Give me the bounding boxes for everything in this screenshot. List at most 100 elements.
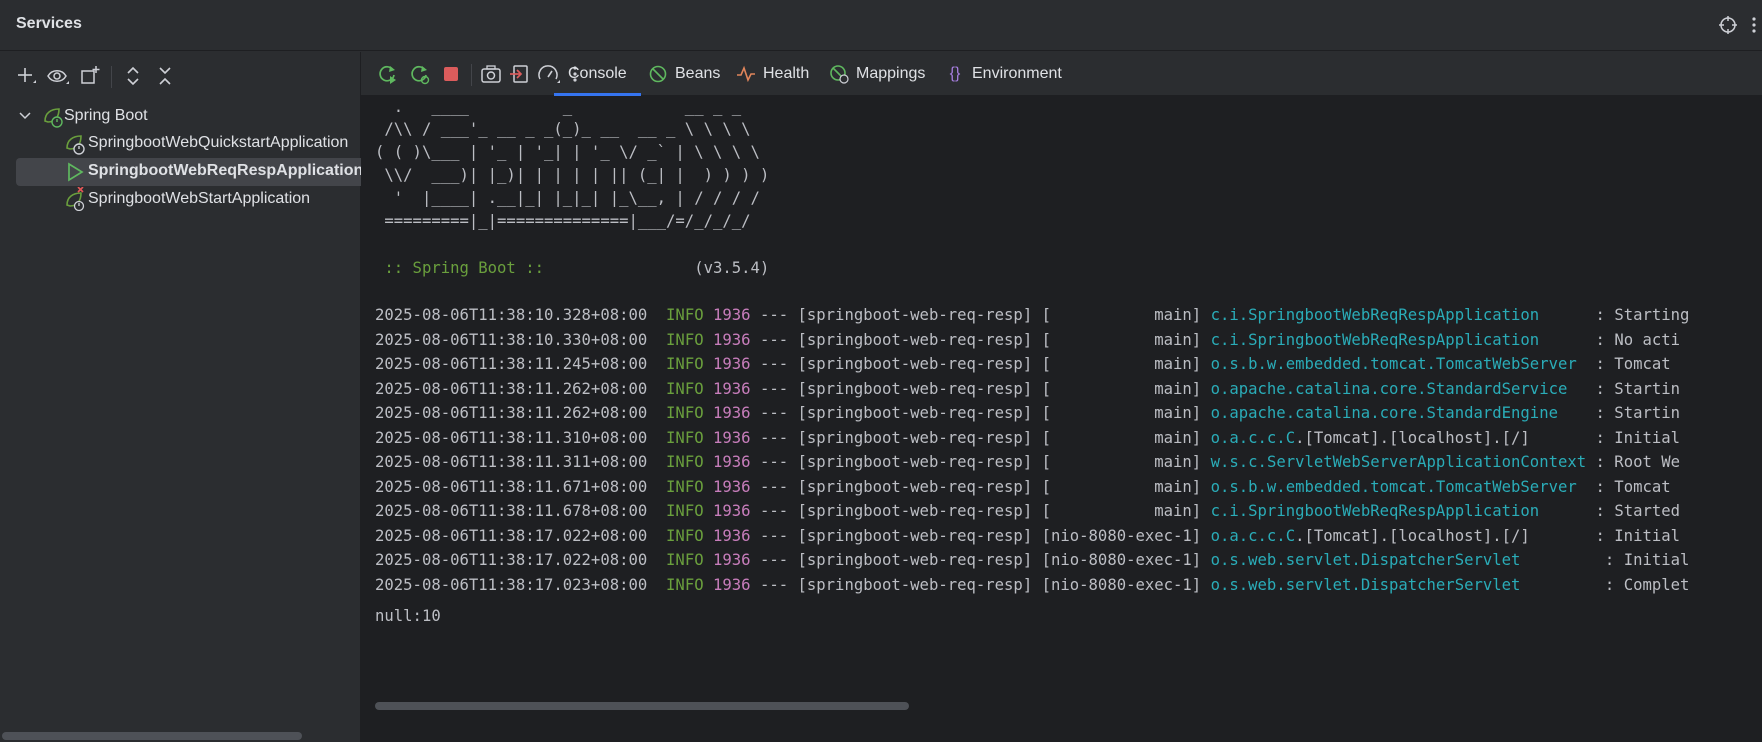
- log-padding: [1539, 331, 1595, 349]
- log-level: INFO: [666, 551, 704, 569]
- expand-all-icon[interactable]: [121, 64, 145, 88]
- log-line: 2025-08-06T11:38:11.678+08:00 INFO 1936 …: [375, 500, 1680, 522]
- log-level: INFO: [666, 526, 704, 545]
- banner-line: \\/ ___)| |_)| | | | | || (_| | ) ) ) ): [375, 166, 770, 184]
- log-logger-package: o.s.web.servlet.: [1210, 575, 1361, 594]
- run-triangle-icon: [66, 162, 84, 187]
- log-logger-class[interactable]: TomcatWebServer: [1436, 478, 1577, 496]
- toolbar-divider: [471, 64, 472, 86]
- program-output: null:10: [375, 607, 441, 625]
- tab-label: Beans: [675, 65, 721, 82]
- new-group-icon[interactable]: [78, 64, 102, 88]
- log-timestamp: 2025-08-06T11:38:11.310+08:00: [375, 428, 648, 447]
- camera-icon[interactable]: [479, 62, 503, 86]
- log-message: .[Tomcat].[localhost].[/] : Initial: [1295, 428, 1681, 447]
- rerun-icon[interactable]: [375, 62, 399, 86]
- tab-console[interactable]: Console: [554, 52, 641, 96]
- log-message: : Startin: [1595, 379, 1681, 398]
- toolbar-divider: [111, 66, 112, 88]
- log-line: 2025-08-06T11:38:17.022+08:00 INFO 1936 …: [375, 549, 1689, 571]
- log-level: INFO: [666, 477, 704, 496]
- log-line: 2025-08-06T11:38:11.245+08:00 INFO 1936 …: [375, 353, 1671, 375]
- log-timestamp: 2025-08-06T11:38:17.023+08:00: [375, 575, 648, 594]
- log-message: : Complet: [1604, 575, 1690, 594]
- log-message: : Tomcat: [1595, 477, 1671, 496]
- log-level: INFO: [666, 575, 704, 594]
- sidebar-horizontal-scrollbar[interactable]: [2, 732, 302, 740]
- tab-health[interactable]: Health: [736, 52, 809, 96]
- collapse-all-icon[interactable]: [153, 64, 177, 88]
- add-icon[interactable]: [14, 64, 38, 88]
- export-icon[interactable]: [508, 62, 532, 86]
- log-logger-class[interactable]: SpringbootWebReqRespApplication: [1248, 306, 1539, 324]
- console-output[interactable]: . ____ _ __ _ _ /\\ / ___'_ __ _ _(_)_ _…: [361, 96, 1762, 742]
- log-logger-class[interactable]: TomcatWebServer: [1436, 355, 1577, 373]
- log-logger-package: c.i.: [1210, 330, 1249, 349]
- tree-item-webstart[interactable]: SpringbootWebStartApplication: [0, 186, 361, 214]
- environment-icon: {}: [949, 65, 961, 82]
- tab-label: Mappings: [856, 65, 926, 82]
- log-thread: --- [springboot-web-req-resp] [ main]: [759, 502, 1211, 520]
- log-logger-class[interactable]: SpringbootWebReqRespApplication: [1248, 331, 1539, 349]
- tree-item-reqresp[interactable]: SpringbootWebReqRespApplication: [16, 158, 364, 187]
- tree-item-quickstart[interactable]: SpringbootWebQuickstartApplication: [0, 130, 361, 158]
- log-logger-class[interactable]: DispatcherServlet: [1361, 576, 1521, 594]
- log-logger-package: o.s.b.w.embedded.tomcat.: [1210, 477, 1436, 496]
- log-pid: 1936: [713, 428, 751, 447]
- log-pid: 1936: [713, 404, 751, 422]
- log-logger-class[interactable]: ServletWebServerApplicationContext: [1267, 453, 1586, 471]
- stop-icon[interactable]: [439, 62, 463, 86]
- log-thread: --- [springboot-web-req-resp] [nio-8080-…: [759, 526, 1211, 545]
- log-timestamp: 2025-08-06T11:38:11.245+08:00: [375, 355, 648, 373]
- spring-boot-label: :: Spring Boot ::: [375, 259, 554, 277]
- log-padding: [1586, 453, 1595, 471]
- tree-item-label: SpringbootWebReqRespApplication: [88, 162, 364, 179]
- log-level: INFO: [666, 502, 704, 520]
- log-logger-class[interactable]: DispatcherServlet: [1361, 551, 1521, 569]
- log-padding: [1539, 502, 1595, 520]
- log-line: 2025-08-06T11:38:11.262+08:00 INFO 1936 …: [375, 378, 1680, 400]
- log-padding: [1567, 380, 1595, 398]
- log-pid: 1936: [713, 526, 751, 545]
- log-logger-package: c.i.: [1210, 306, 1249, 324]
- log-thread: --- [springboot-web-req-resp] [ main]: [759, 428, 1211, 447]
- log-line: 2025-08-06T11:38:11.310+08:00 INFO 1936 …: [375, 427, 1680, 449]
- log-timestamp: 2025-08-06T11:38:10.328+08:00: [375, 306, 648, 324]
- tree-node-spring-boot[interactable]: Spring Boot: [0, 103, 361, 131]
- log-message: : Starting: [1595, 306, 1690, 324]
- log-logger-class[interactable]: SpringbootWebReqRespApplication: [1248, 502, 1539, 520]
- log-level: INFO: [666, 330, 704, 349]
- log-logger-class[interactable]: StandardEngine: [1427, 404, 1558, 422]
- log-padding: [1539, 306, 1595, 324]
- log-pid: 1936: [713, 502, 751, 520]
- tree-item-label: SpringbootWebStartApplication: [88, 190, 311, 207]
- tab-beans[interactable]: Beans: [648, 52, 720, 96]
- console-horizontal-scrollbar[interactable]: [375, 702, 909, 710]
- log-message: : Startin: [1595, 404, 1681, 422]
- log-timestamp: 2025-08-06T11:38:11.262+08:00: [375, 404, 648, 422]
- log-timestamp: 2025-08-06T11:38:17.022+08:00: [375, 526, 648, 545]
- log-pid: 1936: [713, 306, 751, 324]
- log-message: : No acti: [1595, 330, 1681, 349]
- restart-icon[interactable]: [407, 62, 431, 86]
- tab-mappings[interactable]: Mappings: [829, 52, 925, 96]
- chevron-down-icon[interactable]: [18, 109, 32, 128]
- log-logger-package: o.s.b.w.embedded.tomcat.: [1210, 355, 1436, 373]
- crosshair-icon[interactable]: [1718, 15, 1738, 35]
- log-logger-class[interactable]: C: [1286, 527, 1295, 545]
- log-level: INFO: [666, 404, 704, 422]
- banner-line: ( ( )\___ | '_ | '_| | '_ \/ _` | \ \ \ …: [375, 143, 760, 161]
- log-level: INFO: [666, 453, 704, 471]
- health-icon: [736, 64, 756, 84]
- log-timestamp: 2025-08-06T11:38:17.022+08:00: [375, 551, 648, 569]
- log-thread: --- [springboot-web-req-resp] [ main]: [759, 477, 1211, 496]
- log-logger-package: w.s.c.: [1210, 453, 1267, 471]
- log-logger-class[interactable]: C: [1286, 429, 1295, 447]
- spring-boot-version: (v3.5.4): [553, 259, 770, 277]
- more-options-icon[interactable]: [1748, 15, 1760, 35]
- log-line: 2025-08-06T11:38:17.022+08:00 INFO 1936 …: [375, 525, 1680, 547]
- tab-environment[interactable]: {} Environment: [945, 52, 1062, 96]
- spring-app-error-icon: [64, 186, 86, 216]
- eye-icon[interactable]: [46, 64, 70, 88]
- log-logger-class[interactable]: StandardService: [1427, 380, 1568, 398]
